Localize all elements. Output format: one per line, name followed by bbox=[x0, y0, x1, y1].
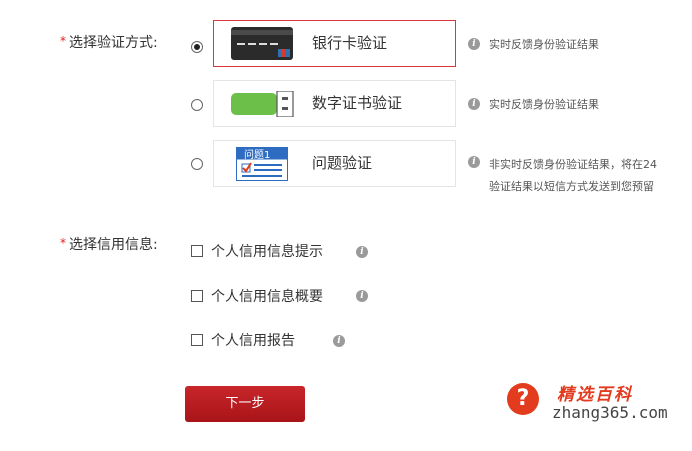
credit-item-label: 个人信用信息概要 bbox=[211, 289, 323, 305]
next-step-button[interactable]: 下一步 bbox=[185, 386, 305, 422]
option-bank-card[interactable]: 银行卡验证 bbox=[213, 20, 456, 67]
checkbox-credit-tips[interactable] bbox=[191, 245, 203, 257]
radio-question[interactable] bbox=[191, 158, 203, 170]
checkbox-credit-summary[interactable] bbox=[191, 290, 203, 302]
option-label: 数字证书验证 bbox=[312, 94, 403, 112]
usb-key-icon bbox=[231, 91, 294, 117]
credit-item-label: 个人信用报告 bbox=[211, 333, 295, 349]
bank-card-icon bbox=[231, 27, 293, 60]
required-mark: * bbox=[60, 236, 66, 250]
option-digital-cert[interactable]: 数字证书验证 bbox=[213, 80, 456, 127]
question-icon: 问题1 bbox=[236, 147, 288, 181]
checkbox-credit-report[interactable] bbox=[191, 334, 203, 346]
option-question[interactable]: 问题1 问题验证 bbox=[213, 140, 456, 187]
radio-bank-card[interactable] bbox=[191, 41, 203, 53]
watermark-url: zhang365.com bbox=[552, 403, 668, 422]
info-icon[interactable]: i bbox=[356, 290, 368, 302]
option-hint: 实时反馈身份验证结果 bbox=[489, 98, 599, 111]
info-icon[interactable]: i bbox=[468, 38, 480, 50]
credit-item-label: 个人信用信息提示 bbox=[211, 244, 323, 260]
credit-info-label: * 选择信用信息: bbox=[60, 236, 158, 253]
option-hint: 实时反馈身份验证结果 bbox=[489, 38, 599, 51]
option-hint-line1: 非实时反馈身份验证结果，将在24 bbox=[489, 158, 657, 171]
info-icon[interactable]: i bbox=[333, 335, 345, 347]
option-label: 银行卡验证 bbox=[312, 34, 388, 52]
radio-digital-cert[interactable] bbox=[191, 99, 203, 111]
info-icon[interactable]: i bbox=[468, 156, 480, 168]
verify-method-label: * 选择验证方式: bbox=[60, 34, 158, 51]
watermark-brand: 精选百科 bbox=[557, 385, 633, 405]
option-label: 问题验证 bbox=[312, 154, 373, 172]
option-hint-line2: 验证结果以短信方式发送到您预留 bbox=[489, 180, 654, 193]
question-mark-logo-icon: ? bbox=[507, 383, 539, 415]
info-icon[interactable]: i bbox=[468, 98, 480, 110]
question-icon-text: 问题1 bbox=[244, 150, 271, 161]
info-icon[interactable]: i bbox=[356, 246, 368, 258]
required-mark: * bbox=[60, 34, 66, 48]
